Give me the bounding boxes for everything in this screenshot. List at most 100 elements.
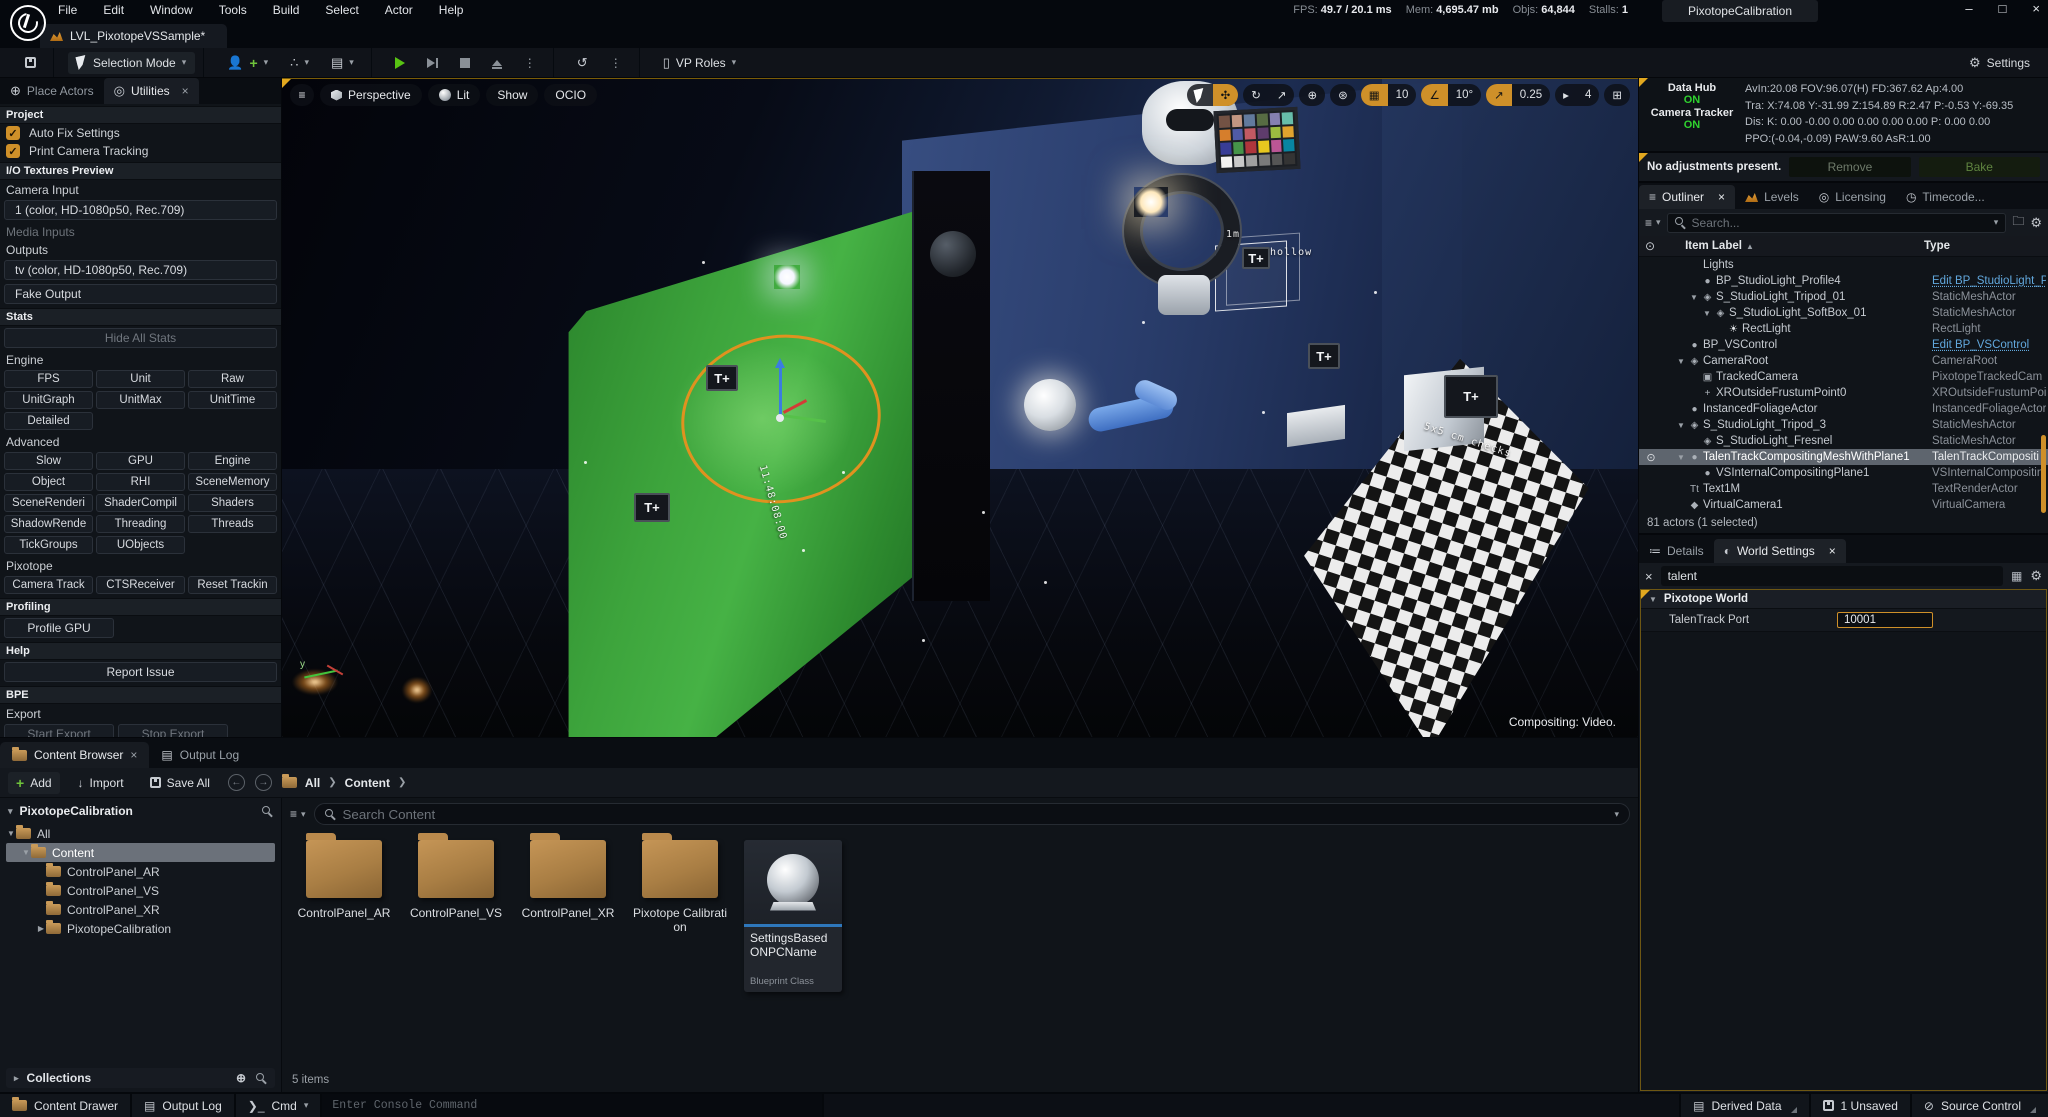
search-content-box[interactable]: ▾ (313, 803, 1630, 825)
content-drawer-button[interactable]: Content Drawer (0, 1094, 131, 1117)
menu-item[interactable]: Help (439, 3, 464, 17)
collapse-icon[interactable]: ▾ (8, 806, 13, 817)
stat-toggle-button[interactable]: RHI (96, 473, 185, 491)
create-folder-icon[interactable]: 🗀 (2012, 212, 2024, 233)
outliner-row[interactable]: Lights (1639, 257, 2048, 273)
ocio-dropdown[interactable]: OCIO (544, 84, 598, 106)
actor-type[interactable]: PixotopeTrackedCam (1932, 371, 2046, 383)
forward-button[interactable]: → (254, 774, 272, 791)
stat-toggle-button[interactable]: Threads (188, 515, 277, 533)
folder-tree-row[interactable]: ▼ All (6, 824, 275, 843)
actor-type[interactable]: CameraRoot (1932, 355, 2046, 367)
play-options-menu[interactable]: ⋮ (515, 52, 545, 74)
world-space-toggle[interactable]: ⊕ (1299, 84, 1325, 106)
outliner-row[interactable]: ▣ TrackedCamera PixotopeTrackedCam (1639, 369, 2048, 385)
eye-icon[interactable]: ⊙ (1645, 239, 1655, 253)
report-issue-button[interactable]: Report Issue (4, 662, 277, 682)
close-tab-icon[interactable]: × (182, 84, 189, 98)
search-icon[interactable] (256, 1072, 267, 1084)
expand-arrow[interactable]: ▼ (1676, 421, 1686, 430)
stat-toggle-button[interactable]: GPU (96, 452, 185, 470)
breadcrumb-content[interactable]: Content (345, 776, 390, 790)
checkbox-row[interactable]: ✓ Print Camera Tracking (0, 142, 281, 160)
window-title[interactable]: PixotopeCalibration (1661, 0, 1818, 22)
stat-toggle-button[interactable]: ShadowRende (4, 515, 93, 533)
rotation-snap-toggle[interactable]: ∠ (1421, 84, 1448, 106)
fake-output-button[interactable]: Fake Output (4, 284, 277, 304)
stat-toggle-button[interactable]: SceneMemory (188, 473, 277, 491)
world-settings-search-input[interactable] (1667, 569, 1996, 583)
outliner-row[interactable]: ● VSInternalCompositingPlane1 VSInternal… (1639, 465, 2048, 481)
actor-type[interactable]: Edit BP_StudioLight_P (1932, 275, 2046, 287)
restore-button[interactable]: □ (1999, 1, 2007, 16)
expand-arrow[interactable]: ▼ (21, 848, 31, 857)
platforms-button[interactable]: ↺ (568, 52, 597, 74)
actor-type[interactable]: StaticMeshActor (1932, 291, 2046, 303)
menu-item[interactable]: Window (150, 3, 193, 17)
visibility-eye-icon[interactable]: ⊙ (1639, 451, 1663, 464)
unreal-logo-icon[interactable] (10, 5, 46, 41)
grid-snap-value[interactable]: 10 (1388, 84, 1417, 106)
breadcrumb-all[interactable]: All (305, 776, 320, 790)
scale-tool[interactable]: ↗ (1269, 84, 1295, 106)
outliner-row[interactable]: ▼ ◈ S_StudioLight_Tripod_3 StaticMeshAct… (1639, 417, 2048, 433)
checkbox-checked-icon[interactable]: ✓ (6, 126, 20, 140)
move-tool[interactable]: ✣ (1212, 84, 1239, 106)
platforms-options-menu[interactable]: ⋮ (601, 52, 631, 74)
maximize-viewport-button[interactable]: ⊞ (1604, 84, 1630, 106)
menu-item[interactable]: Select (325, 3, 358, 17)
start-export-button[interactable]: Start Export (4, 724, 114, 737)
outliner-row[interactable]: ● BP_VSControl Edit BP_VSControl (1639, 337, 2048, 353)
expand-arrow[interactable]: ▼ (1676, 453, 1686, 462)
stat-toggle-button[interactable]: UObjects (96, 536, 185, 554)
tab-content-browser[interactable]: Content Browser × (0, 742, 150, 768)
menu-item[interactable]: Edit (103, 3, 124, 17)
outliner-filter-button[interactable]: ≡ ▾ (1645, 216, 1661, 230)
stat-toggle-button[interactable]: Raw (188, 370, 277, 388)
actor-type[interactable]: StaticMeshActor (1932, 419, 2046, 431)
hide-all-stats-button[interactable]: Hide All Stats (4, 328, 277, 348)
collections-bar[interactable]: ▸ Collections ⊕ (6, 1068, 275, 1088)
tab-world-settings[interactable]: ◐ World Settings × (1713, 539, 1846, 563)
eject-button[interactable] (483, 52, 511, 74)
stat-toggle-button[interactable]: Unit (96, 370, 185, 388)
stat-toggle-button[interactable]: Shaders (188, 494, 277, 512)
stat-toggle-button[interactable]: CTSReceiver (96, 576, 185, 594)
outliner-row[interactable]: ▼ ◈ CameraRoot CameraRoot (1639, 353, 2048, 369)
tab-licensing[interactable]: ◎ Licensing (1809, 185, 1896, 209)
folder-tree-row[interactable]: ControlPanel_AR (6, 862, 275, 881)
expand-arrow[interactable]: ▼ (6, 829, 16, 838)
world-settings-search-box[interactable] (1660, 566, 2003, 586)
outliner-row[interactable]: ▼ ◈ S_StudioLight_SoftBox_01 StaticMeshA… (1639, 305, 2048, 321)
scale-snap-toggle[interactable]: ↗ (1486, 84, 1512, 106)
tab-details[interactable]: ≔ Details (1639, 539, 1714, 563)
stat-toggle-button[interactable]: Camera Track (4, 576, 93, 594)
grid-snap-toggle[interactable]: ▦ (1360, 84, 1388, 106)
outliner-search-box[interactable]: ▾ (1666, 212, 2007, 233)
save-button[interactable] (16, 52, 45, 74)
expand-arrow[interactable]: ▼ (1702, 309, 1712, 318)
folder-tile[interactable]: Pixotope Calibration (632, 833, 728, 934)
outliner-settings-icon[interactable]: ⚙ (2030, 215, 2042, 231)
tab-timecode[interactable]: ◷ Timecode... (1896, 185, 1995, 209)
rotation-snap-value[interactable]: 10° (1448, 84, 1481, 106)
perspective-dropdown[interactable]: Perspective (320, 84, 422, 106)
rotate-tool[interactable]: ↻ (1243, 84, 1269, 106)
folder-tile[interactable]: ControlPanel_XR (520, 833, 616, 934)
chevron-down-icon[interactable]: ▾ (1614, 809, 1619, 820)
output-log-button[interactable]: ▤ Output Log (132, 1094, 234, 1117)
actor-type[interactable]: TextRenderActor (1932, 483, 2046, 495)
skip-button[interactable] (418, 52, 447, 74)
blueprints-dropdown[interactable]: ∴ ▾ (281, 52, 318, 74)
outliner-search-input[interactable] (1691, 215, 1988, 230)
stop-button[interactable] (451, 52, 479, 74)
camera-input-button[interactable]: 1 (color, HD-1080p50, Rec.709) (4, 200, 277, 220)
actor-type[interactable]: TalenTrackCompositi (1932, 451, 2046, 463)
folder-tree-row[interactable]: ControlPanel_VS (6, 881, 275, 900)
bake-button[interactable]: Bake (1918, 157, 2041, 177)
expand-arrow[interactable]: ▶ (36, 924, 46, 933)
tab-output-log[interactable]: ▤ Output Log (149, 742, 251, 768)
menu-item[interactable]: Tools (219, 3, 247, 17)
close-tab-icon[interactable]: × (1829, 544, 1836, 558)
folder-tree-row[interactable]: ▼ Content (6, 843, 275, 862)
